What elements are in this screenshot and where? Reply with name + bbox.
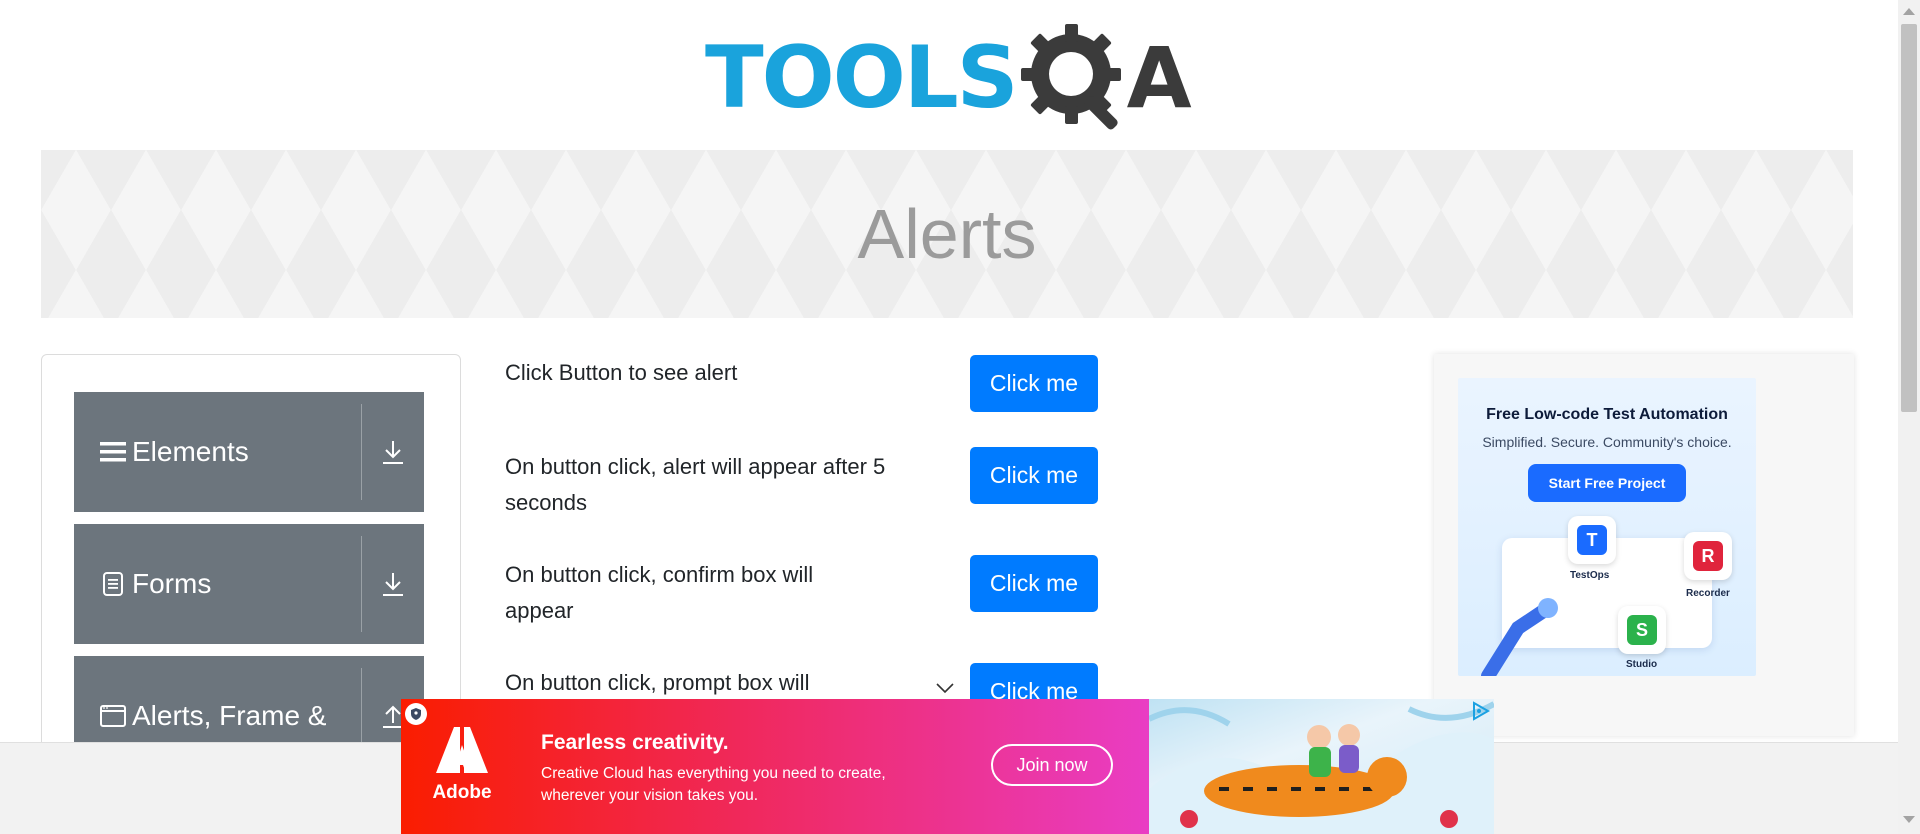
timer-alert-row-text: On button click, alert will appear after…	[505, 454, 886, 515]
scroll-up-arrow-icon[interactable]	[1903, 8, 1915, 15]
nav-group-alerts-frame-windows[interactable]: Alerts, Frame &	[74, 656, 424, 753]
alert-button[interactable]: Click me	[970, 355, 1098, 412]
hamburger-icon	[98, 437, 128, 467]
nav-group-elements[interactable]: Elements	[74, 392, 424, 512]
recorder-caption: Recorder	[1686, 588, 1730, 599]
page-title: Alerts	[857, 195, 1037, 273]
confirm-row-text: On button click, confirm box will appear	[505, 562, 814, 623]
nav-group-label: Forms	[132, 568, 212, 599]
studio-caption: Studio	[1626, 659, 1658, 670]
adobe-a-icon	[436, 727, 488, 773]
katalon-ad[interactable]: Free Low-code Test Automation Simplified…	[1458, 378, 1756, 676]
toolsqa-logo[interactable]: TOOLS A	[705, 22, 1193, 134]
testops-caption: TestOps	[1570, 570, 1610, 581]
testops-tile: T	[1568, 516, 1616, 564]
tiger-illustration	[1149, 701, 1494, 834]
studio-icon: S	[1627, 615, 1657, 645]
scroll-down-arrow-icon[interactable]	[1903, 816, 1915, 823]
nav-group-forms[interactable]: Forms	[74, 524, 424, 644]
confirm-button[interactable]: Click me	[970, 555, 1098, 612]
download-arrow-icon[interactable]	[362, 524, 424, 644]
adobe-ad[interactable]: Adobe Fearless creativity. Creative Clou…	[401, 699, 1494, 834]
left-nav-panel: Elements Forms Alerts, Frame &	[41, 354, 461, 754]
page-scrollbar[interactable]	[1898, 0, 1920, 834]
studio-tile: S	[1618, 606, 1666, 654]
gear-magnifier-icon	[1020, 24, 1121, 130]
nav-group-label: Elements	[132, 436, 249, 467]
logo-tools-text: TOOLS	[705, 28, 1019, 128]
privacy-badge-icon[interactable]	[405, 703, 427, 725]
window-icon	[98, 701, 128, 731]
adobe-ad-left: Adobe Fearless creativity. Creative Clou…	[401, 699, 1149, 834]
ad-headline: Fearless creativity.	[541, 731, 729, 754]
right-ad-container: Free Low-code Test Automation Simplified…	[1434, 354, 1854, 736]
download-arrow-icon[interactable]	[362, 392, 424, 512]
prompt-row-text: On button click, prompt box will	[505, 670, 810, 695]
ad-body-text: Creative Cloud has everything you need t…	[541, 765, 886, 804]
alert-row-text: Click Button to see alert	[505, 360, 738, 385]
adobe-ad-illustration	[1149, 699, 1494, 834]
nav-group-label: Alerts, Frame &	[132, 700, 327, 731]
adobe-logo: Adobe	[431, 727, 493, 804]
page-banner: Alerts	[41, 150, 1853, 318]
adchoices-icon[interactable]	[1470, 700, 1492, 722]
ad-title: Free Low-code Test Automation	[1486, 406, 1728, 423]
testops-icon: T	[1577, 525, 1607, 555]
join-now-button[interactable]: Join now	[991, 744, 1113, 786]
recorder-tile: R	[1684, 532, 1732, 580]
recorder-icon: R	[1693, 541, 1723, 571]
start-free-project-button[interactable]: Start Free Project	[1528, 464, 1686, 502]
scroll-thumb[interactable]	[1901, 24, 1917, 412]
ad-subtitle: Simplified. Secure. Community's choice.	[1482, 434, 1732, 450]
adobe-wordmark: Adobe	[432, 782, 492, 803]
timer-alert-button[interactable]: Click me	[970, 447, 1098, 504]
chevron-down-icon[interactable]	[935, 680, 955, 696]
document-icon	[98, 569, 128, 599]
robot-arm-icon	[1481, 598, 1558, 676]
